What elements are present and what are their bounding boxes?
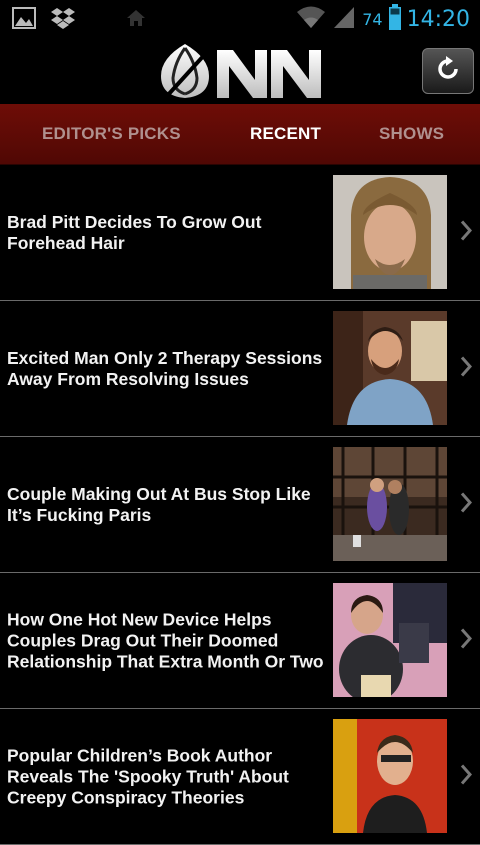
list-item[interactable]: Couple Making Out At Bus Stop Like It’s … bbox=[0, 437, 480, 573]
article-thumbnail bbox=[333, 583, 447, 697]
wifi-icon bbox=[296, 5, 326, 34]
article-thumbnail bbox=[333, 311, 447, 425]
tab-editors-picks[interactable]: EDITOR'S PICKS bbox=[42, 104, 181, 164]
tab-recent[interactable]: RECENT bbox=[250, 104, 321, 164]
refresh-icon bbox=[434, 55, 462, 88]
signal-icon bbox=[332, 5, 356, 34]
chevron-right-icon bbox=[460, 763, 473, 790]
list-item[interactable]: Brad Pitt Decides To Grow Out Forehead H… bbox=[0, 165, 480, 301]
article-thumbnail bbox=[333, 447, 447, 561]
status-bar: 74 14:20 bbox=[0, 0, 480, 38]
battery-icon bbox=[388, 4, 401, 35]
list-item[interactable]: Popular Children’s Book Author Reveals T… bbox=[0, 709, 480, 845]
chevron-right-icon bbox=[460, 219, 473, 246]
dropbox-icon bbox=[50, 6, 76, 35]
home-icon bbox=[126, 9, 146, 32]
article-title: Excited Man Only 2 Therapy Sessions Away… bbox=[7, 347, 323, 389]
system-icons: 74 14:20 bbox=[296, 4, 470, 35]
refresh-button[interactable] bbox=[422, 48, 474, 94]
app-header bbox=[0, 38, 480, 104]
onn-logo bbox=[155, 40, 325, 100]
article-title: Brad Pitt Decides To Grow Out Forehead H… bbox=[7, 211, 262, 253]
battery-level: 74 bbox=[362, 10, 383, 29]
chevron-right-icon bbox=[460, 491, 473, 518]
tab-bar: EDITOR'S PICKS RECENT SHOWS bbox=[0, 104, 480, 165]
list-item[interactable]: Excited Man Only 2 Therapy Sessions Away… bbox=[0, 301, 480, 437]
article-title: Popular Children’s Book Author Reveals T… bbox=[7, 745, 289, 807]
image-icon bbox=[12, 7, 36, 34]
article-thumbnail bbox=[333, 175, 447, 289]
chevron-right-icon bbox=[460, 355, 473, 382]
article-thumbnail bbox=[333, 719, 447, 833]
notification-icons bbox=[12, 6, 146, 35]
article-list: Brad Pitt Decides To Grow Out Forehead H… bbox=[0, 165, 480, 845]
article-title: Couple Making Out At Bus Stop Like It’s … bbox=[7, 483, 311, 525]
chevron-right-icon bbox=[460, 627, 473, 654]
list-item[interactable]: How One Hot New Device Helps Couples Dra… bbox=[0, 573, 480, 709]
article-title: How One Hot New Device Helps Couples Dra… bbox=[7, 609, 324, 671]
tab-shows[interactable]: SHOWS bbox=[379, 104, 444, 164]
clock: 14:20 bbox=[406, 7, 470, 32]
